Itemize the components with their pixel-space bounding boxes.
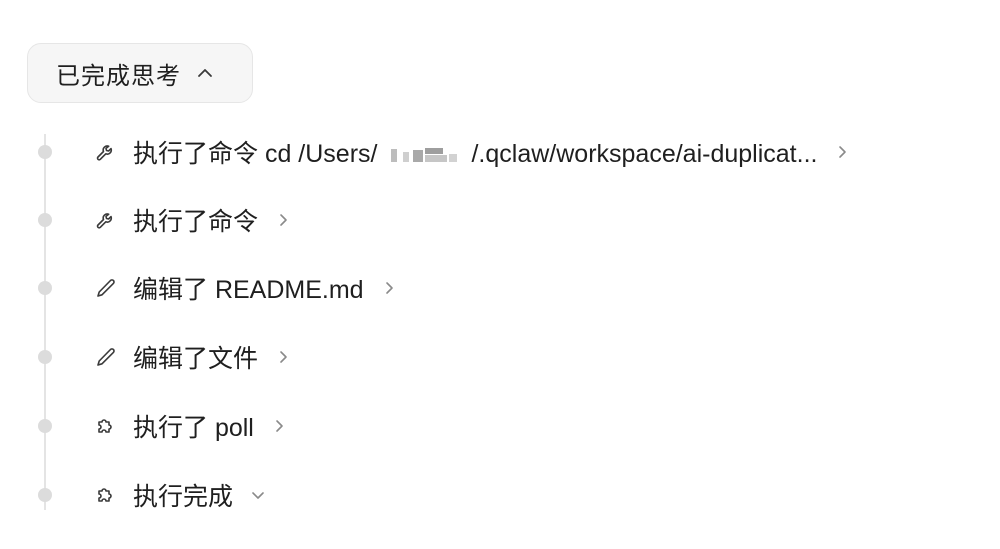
wrench-icon	[93, 139, 119, 165]
timeline-dot	[38, 213, 52, 227]
step-label: 执行了命令	[133, 208, 259, 236]
step-edit-file[interactable]: 编辑了文件	[93, 337, 292, 377]
chevron-right-icon	[380, 279, 398, 297]
puzzle-icon	[93, 482, 119, 508]
step-label: 执行了命令 cd /Users/ /.qclaw/workspace/ai-dup…	[133, 134, 817, 170]
chevron-down-icon	[249, 486, 267, 504]
step-label: 执行了 poll	[133, 414, 254, 442]
puzzle-icon	[93, 413, 119, 439]
step-run-command[interactable]: 执行了命令	[93, 200, 292, 240]
chevron-up-icon	[195, 63, 215, 83]
step-label: 编辑了 README.md	[133, 276, 364, 304]
timeline-dot	[38, 281, 52, 295]
chevron-right-icon	[274, 211, 292, 229]
wrench-icon	[93, 207, 119, 233]
thinking-label: 已完成思考	[56, 62, 181, 90]
step-item: 编辑了文件	[0, 337, 1000, 377]
step-edit-readme[interactable]: 编辑了 README.md	[93, 268, 398, 308]
step-run-poll[interactable]: 执行了 poll	[93, 406, 288, 446]
thinking-panel: 已完成思考 执行了命令 cd /Users/ /.qclaw/workspace/…	[0, 0, 1000, 549]
chevron-right-icon	[270, 417, 288, 435]
step-label: 执行完成	[133, 483, 234, 511]
timeline-dot	[38, 488, 52, 502]
timeline-line	[44, 134, 46, 510]
step-item: 编辑了 README.md	[0, 268, 1000, 308]
pencil-icon	[93, 344, 119, 370]
step-label-suffix: /.qclaw/workspace/ai-duplicat...	[471, 140, 818, 168]
timeline-dot	[38, 350, 52, 364]
step-label-prefix: 执行了命令 cd /Users/	[133, 140, 378, 168]
step-item: 执行了命令	[0, 200, 1000, 240]
pencil-icon	[93, 275, 119, 301]
step-label: 编辑了文件	[133, 345, 259, 373]
step-run-command-cd[interactable]: 执行了命令 cd /Users/ /.qclaw/workspace/ai-dup…	[93, 132, 851, 172]
step-item: 执行了 poll	[0, 406, 1000, 446]
thinking-toggle-button[interactable]: 已完成思考	[27, 43, 253, 103]
redacted-username	[387, 145, 465, 165]
chevron-right-icon	[833, 143, 851, 161]
step-item: 执行完成	[0, 475, 1000, 515]
step-item: 执行了命令 cd /Users/ /.qclaw/workspace/ai-dup…	[0, 132, 1000, 172]
timeline-dot	[38, 145, 52, 159]
step-run-complete[interactable]: 执行完成	[93, 475, 267, 515]
chevron-right-icon	[274, 348, 292, 366]
timeline-dot	[38, 419, 52, 433]
